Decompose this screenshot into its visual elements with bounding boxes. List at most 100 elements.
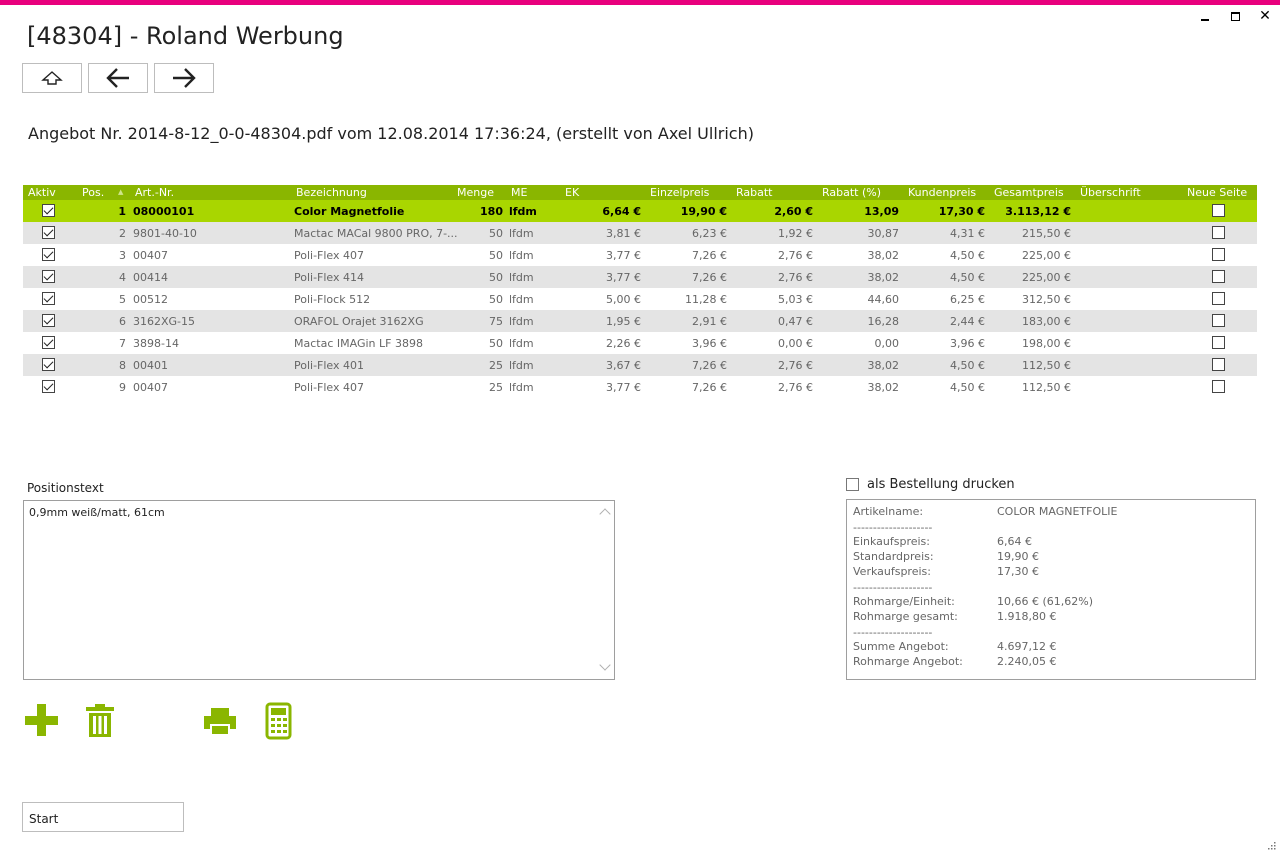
cell-menge: 180 — [480, 205, 503, 218]
aktiv-checkbox[interactable] — [42, 292, 55, 305]
table-row[interactable]: 5 00512 Poli-Flock 512 50 lfdm 5,00 € 11,28 € 5… — [23, 288, 1257, 310]
home-up-button[interactable] — [22, 63, 82, 93]
cell-rabatt: 0,00 € — [778, 337, 813, 350]
cell-einzelpreis: 7,26 € — [692, 381, 727, 394]
cell-pos: 7 — [119, 337, 126, 350]
table-row[interactable]: 2 9801-40-10 Mactac MACal 9800 PRO, 7-... 5… — [23, 222, 1257, 244]
col-neue-seite[interactable]: Neue Seite — [1187, 186, 1247, 199]
cell-artnr: 9801-40-10 — [133, 227, 197, 240]
col-einzelpreis[interactable]: Einzelpreis — [650, 186, 709, 199]
print-button[interactable] — [202, 702, 242, 742]
table-row[interactable]: 1 08000101 Color Magnetfolie 180 lfdm 6,64 € 1… — [23, 200, 1257, 222]
maximize-button[interactable] — [1220, 6, 1250, 26]
close-button[interactable]: ✕ — [1250, 6, 1280, 26]
order-print-toggle[interactable]: als Bestellung drucken — [846, 477, 1015, 492]
aktiv-checkbox[interactable] — [42, 204, 55, 217]
positionstext-label: Positionstext — [27, 481, 104, 495]
cell-gesamtpreis: 215,50 € — [1022, 227, 1071, 240]
cell-menge: 50 — [489, 271, 503, 284]
positionstext-scrollbar[interactable] — [597, 501, 614, 679]
back-button[interactable] — [88, 63, 148, 93]
cell-kundenpreis: 17,30 € — [938, 205, 985, 218]
aktiv-checkbox[interactable] — [42, 358, 55, 371]
col-kundenpreis[interactable]: Kundenpreis — [908, 186, 976, 199]
cell-rabatt-pct: 44,60 — [867, 293, 900, 306]
info-label: Rohmarge/Einheit: — [853, 595, 955, 608]
col-pos[interactable]: Pos. — [82, 186, 104, 199]
col-artnr[interactable]: Art.-Nr. — [135, 186, 174, 199]
scroll-up-icon[interactable] — [599, 508, 611, 520]
col-ek[interactable]: EK — [565, 186, 579, 199]
forward-button[interactable] — [154, 63, 214, 93]
col-bezeichnung[interactable]: Bezeichnung — [296, 186, 367, 199]
cell-me: lfdm — [509, 381, 534, 394]
aktiv-checkbox[interactable] — [42, 380, 55, 393]
start-field[interactable]: Start — [22, 802, 184, 832]
neue-seite-checkbox[interactable] — [1212, 270, 1225, 283]
resize-grip-icon[interactable] — [1266, 840, 1276, 850]
cell-artnr: 00512 — [133, 293, 168, 306]
aktiv-checkbox[interactable] — [42, 270, 55, 283]
cell-kundenpreis: 4,50 € — [950, 249, 985, 262]
aktiv-checkbox[interactable] — [42, 336, 55, 349]
window-controls: ✕ — [1190, 6, 1280, 26]
cell-einzelpreis: 3,96 € — [692, 337, 727, 350]
cell-gesamtpreis: 312,50 € — [1022, 293, 1071, 306]
add-button[interactable] — [24, 702, 64, 742]
neue-seite-checkbox[interactable] — [1212, 358, 1225, 371]
neue-seite-checkbox[interactable] — [1212, 248, 1225, 261]
cell-me: lfdm — [509, 271, 534, 284]
cell-menge: 50 — [489, 249, 503, 262]
cell-einzelpreis: 19,90 € — [680, 205, 727, 218]
aktiv-checkbox[interactable] — [42, 226, 55, 239]
table-row[interactable]: 8 00401 Poli-Flex 401 25 lfdm 3,67 € 7,26 € 2,7… — [23, 354, 1257, 376]
cell-ek: 3,81 € — [606, 227, 641, 240]
cell-gesamtpreis: 183,00 € — [1022, 315, 1071, 328]
cell-rabatt: 1,92 € — [778, 227, 813, 240]
grid-body: 1 08000101 Color Magnetfolie 180 lfdm 6,64 € 1… — [23, 200, 1257, 398]
col-ueberschrift[interactable]: Überschrift — [1080, 186, 1141, 199]
arrow-right-icon — [173, 68, 196, 88]
order-print-checkbox[interactable] — [846, 478, 859, 491]
cell-menge: 25 — [489, 359, 503, 372]
col-menge[interactable]: Menge — [457, 186, 494, 199]
aktiv-checkbox[interactable] — [42, 248, 55, 261]
col-aktiv[interactable]: Aktiv — [28, 186, 56, 199]
table-row[interactable]: 9 00407 Poli-Flex 407 25 lfdm 3,77 € 7,26 € 2,7… — [23, 376, 1257, 398]
cell-artnr: 00407 — [133, 381, 168, 394]
neue-seite-checkbox[interactable] — [1212, 204, 1225, 217]
aktiv-checkbox[interactable] — [42, 314, 55, 327]
table-row[interactable]: 4 00414 Poli-Flex 414 50 lfdm 3,77 € 7,26 € 2,7… — [23, 266, 1257, 288]
col-gesamtpreis[interactable]: Gesamtpreis — [994, 186, 1064, 199]
info-label: Rohmarge gesamt: — [853, 610, 958, 623]
neue-seite-checkbox[interactable] — [1212, 292, 1225, 305]
cell-ek: 3,77 € — [606, 249, 641, 262]
table-row[interactable]: 3 00407 Poli-Flex 407 50 lfdm 3,77 € 7,26 € 2,7… — [23, 244, 1257, 266]
cell-kundenpreis: 4,50 € — [950, 271, 985, 284]
cell-me: lfdm — [509, 315, 534, 328]
col-me[interactable]: ME — [511, 186, 527, 199]
cell-ek: 3,77 € — [606, 271, 641, 284]
neue-seite-checkbox[interactable] — [1212, 226, 1225, 239]
cell-pos: 9 — [119, 381, 126, 394]
info-value: COLOR MAGNETFOLIE — [997, 505, 1118, 518]
neue-seite-checkbox[interactable] — [1212, 314, 1225, 327]
col-rabatt-pct[interactable]: Rabatt (%) — [822, 186, 881, 199]
cell-pos: 4 — [119, 271, 126, 284]
positionstext-field[interactable]: 0,9mm weiß/matt, 61cm — [23, 500, 615, 680]
neue-seite-checkbox[interactable] — [1212, 336, 1225, 349]
delete-button[interactable] — [84, 702, 124, 742]
calculator-button[interactable] — [264, 702, 304, 742]
info-label: Verkaufspreis: — [853, 565, 931, 578]
table-row[interactable]: 6 3162XG-15 ORAFOL Orajet 3162XG 75 lfdm 1,95… — [23, 310, 1257, 332]
neue-seite-checkbox[interactable] — [1212, 380, 1225, 393]
minimize-button[interactable] — [1190, 6, 1220, 26]
cell-ek: 6,64 € — [602, 205, 641, 218]
cell-bezeichnung: Poli-Flock 512 — [294, 293, 371, 306]
col-rabatt[interactable]: Rabatt — [736, 186, 773, 199]
scroll-down-icon[interactable] — [599, 659, 611, 671]
table-row[interactable]: 7 3898-14 Mactac IMAGin LF 3898 50 lfdm 2,26 … — [23, 332, 1257, 354]
cell-ek: 2,26 € — [606, 337, 641, 350]
info-label: Einkaufspreis: — [853, 535, 930, 548]
cell-ek: 3,77 € — [606, 381, 641, 394]
